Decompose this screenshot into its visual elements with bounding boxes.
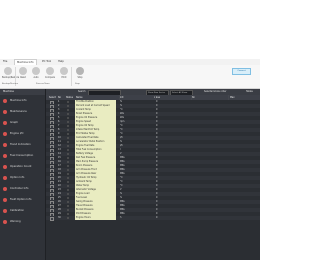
ribbon-group-label: Process/Scan <box>36 83 50 85</box>
status-indicator-icon <box>67 133 69 135</box>
status-indicator-icon <box>67 165 69 167</box>
status-indicator-icon <box>67 173 69 175</box>
sidebar-item[interactable]: Graph <box>2 119 44 126</box>
menu-item-icon <box>3 164 7 169</box>
status-indicator-icon <box>67 113 69 115</box>
row-name: Engine Hours <box>75 216 116 220</box>
sidebar-item[interactable]: Machine Info <box>2 97 44 104</box>
sidebar-item-label: Option Info <box>10 176 25 179</box>
sidebar-item[interactable]: Fault Option Info <box>2 196 44 203</box>
sidebar-header: Machine <box>0 89 45 95</box>
sidebar-item[interactable]: Option Info <box>2 174 44 181</box>
status-indicator-icon <box>67 117 69 119</box>
sidebar-item-label: Calibration <box>10 209 25 212</box>
stop-button[interactable]: Stop <box>74 67 86 83</box>
status-indicator-icon <box>67 177 69 179</box>
sidebar-item-label: Maintenance <box>10 110 27 113</box>
status-indicator-icon <box>67 137 69 139</box>
status-indicator-icon <box>67 145 69 147</box>
compare-button[interactable]: Compare <box>44 67 56 83</box>
ribbon-toolbar: Backup/Restore Read Auto Compare Print S… <box>0 65 260 89</box>
status-indicator-icon <box>67 153 69 155</box>
read-button[interactable]: Read <box>17 67 29 83</box>
menu-item-icon <box>3 175 7 180</box>
ribbon-separator <box>71 67 72 86</box>
row-number: 30 <box>58 216 61 219</box>
status-indicator-icon <box>67 109 69 111</box>
backup-icon <box>4 67 12 75</box>
ribbon-group-label: Backup/Restore <box>2 83 19 85</box>
menu-item-icon <box>3 219 7 224</box>
read-icon <box>19 67 27 75</box>
print-button[interactable]: Print <box>58 67 70 83</box>
row-select-checkbox[interactable] <box>50 217 54 221</box>
menu-item-icon <box>3 142 7 147</box>
menu-item-icon <box>3 131 7 136</box>
status-indicator-icon <box>67 129 69 131</box>
menu-item-icon <box>3 153 7 158</box>
sidebar-item-label: Warning <box>10 220 21 223</box>
ribbon-group-label: Stop <box>75 83 80 85</box>
row-value: 0 <box>156 216 158 219</box>
status-indicator-icon <box>67 157 69 159</box>
status-indicator-icon <box>67 125 69 127</box>
sidebar-item-label: Operation Count <box>10 165 32 168</box>
menu-item-icon <box>3 197 7 202</box>
status-indicator-icon <box>67 189 69 191</box>
sidebar-item[interactable]: Controller Info <box>2 185 44 192</box>
status-indicator-icon <box>67 217 69 219</box>
status-indicator-icon <box>67 201 69 203</box>
status-indicator-icon <box>67 141 69 143</box>
sidebar-item[interactable]: Trend Indication <box>2 141 44 148</box>
status-indicator-icon <box>67 209 69 211</box>
sidebar-item-label: Fault Option Info <box>10 198 32 201</box>
row-unit: h <box>120 216 122 219</box>
status-indicator-icon <box>67 169 69 171</box>
status-indicator-icon <box>67 105 69 107</box>
sidebar-item[interactable]: Fuel Consumption <box>2 152 44 159</box>
status-indicator-icon <box>67 121 69 123</box>
sidebar-item[interactable]: Engine I/O <box>2 130 44 137</box>
status-indicator-icon <box>67 181 69 183</box>
auto-icon <box>32 67 40 75</box>
print-icon <box>60 67 68 75</box>
sidebar-item-label: Graph <box>10 121 18 124</box>
menu-item-icon <box>3 208 7 213</box>
sidebar-item[interactable]: Maintenance <box>2 108 44 115</box>
sidebar-item-label: Controller Info <box>10 187 29 190</box>
sidebar-item-label: Machine Info <box>10 99 27 102</box>
sidebar-item-label: Fuel Consumption <box>10 154 34 157</box>
sidebar-item[interactable]: Operation Count <box>2 163 44 170</box>
sidebar-item-label: Engine I/O <box>10 132 24 135</box>
auto-button[interactable]: Auto <box>30 67 42 83</box>
compare-icon <box>46 67 54 75</box>
status-indicator-icon <box>67 205 69 207</box>
sidebar-item-label: Trend Indication <box>10 143 31 146</box>
menu-item-icon <box>3 98 7 103</box>
status-indicator-icon <box>67 193 69 195</box>
connect-button[interactable]: Connect <box>232 68 251 75</box>
sidebar-item[interactable]: Calibration <box>2 207 44 214</box>
menu-item-icon <box>3 120 7 125</box>
status-indicator-icon <box>67 161 69 163</box>
sidebar-item[interactable]: Warning <box>2 218 44 225</box>
status-indicator-icon <box>67 213 69 215</box>
menu-item-icon <box>3 186 7 191</box>
status-indicator-icon <box>67 197 69 199</box>
status-indicator-icon <box>67 185 69 187</box>
table-row[interactable]: 30 Engine Hours h 0 <box>46 216 260 221</box>
menu-item-icon <box>3 109 7 114</box>
backup-restore-button[interactable]: Backup/Restore <box>2 67 19 83</box>
stop-icon <box>76 67 84 75</box>
status-indicator-icon <box>67 101 69 103</box>
status-indicator-icon <box>67 149 69 151</box>
